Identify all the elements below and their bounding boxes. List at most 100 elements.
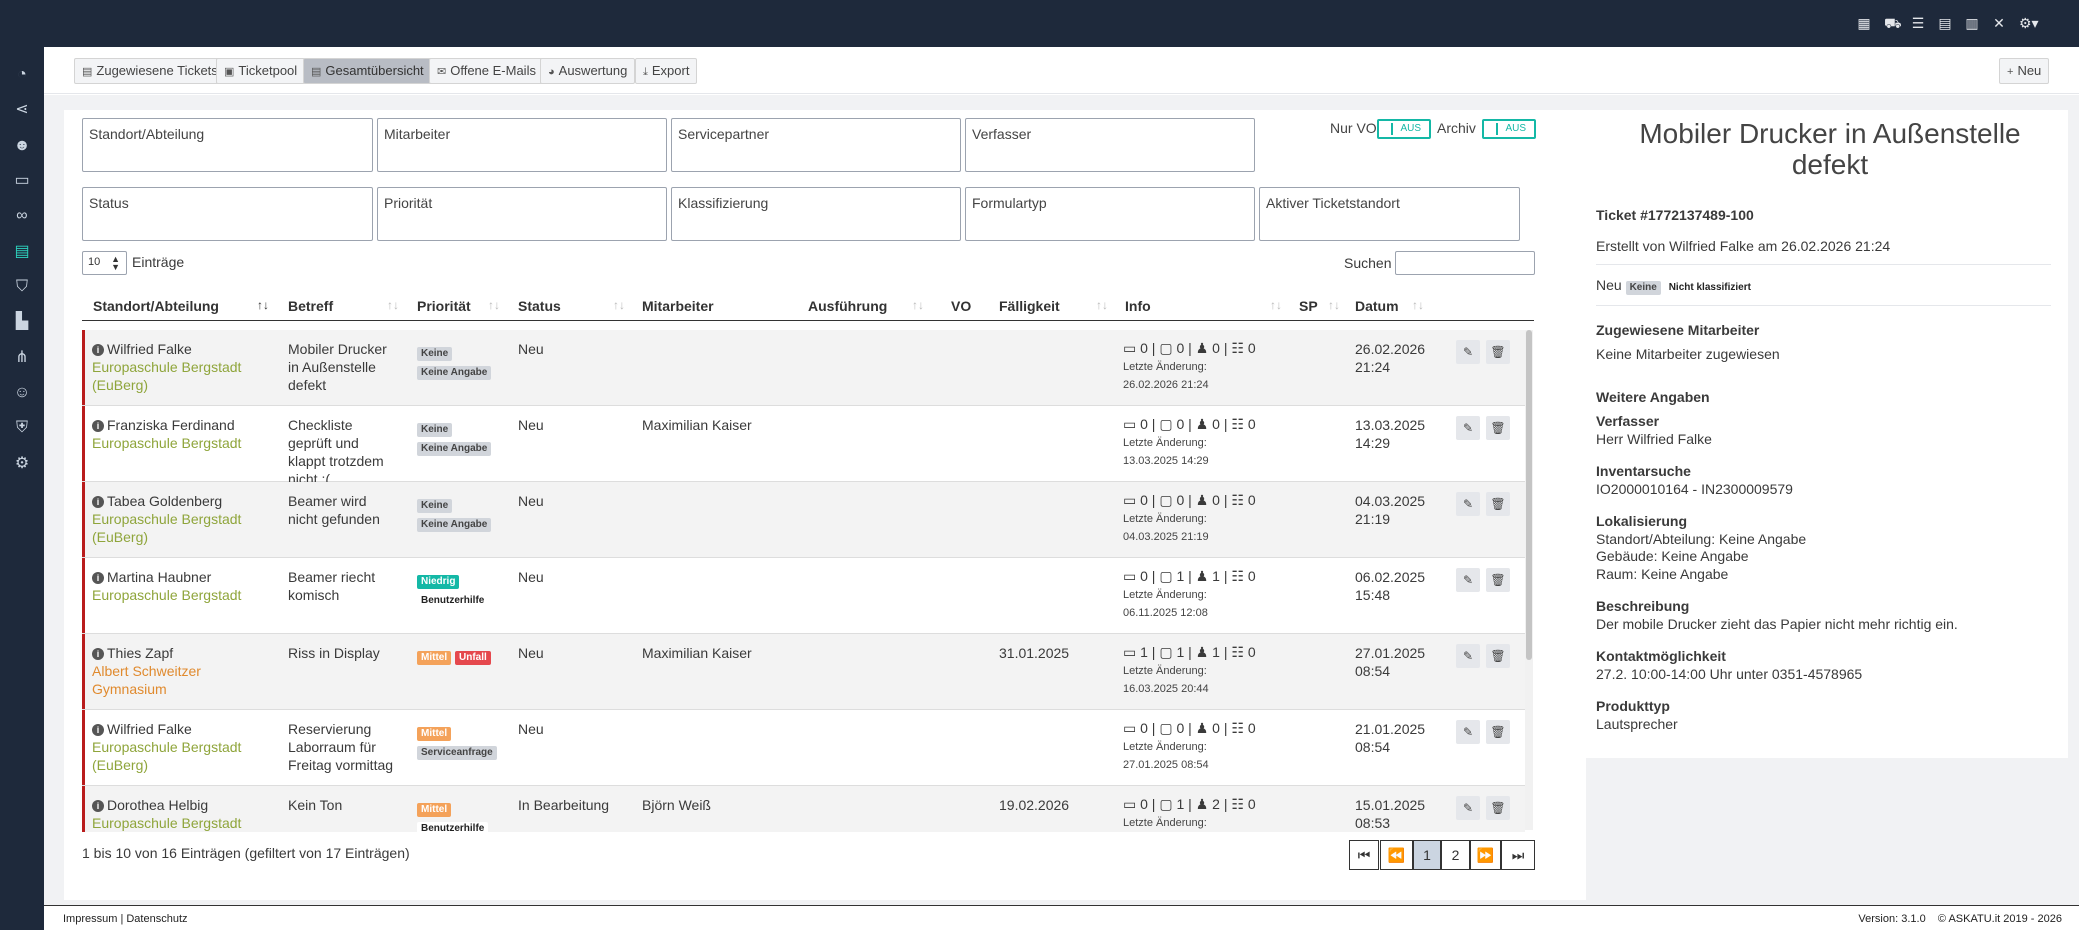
nur-vo-toggle[interactable]: AUS bbox=[1377, 119, 1431, 139]
clipboard-icon[interactable]: ▤ bbox=[1938, 15, 1952, 31]
filter-standort[interactable]: Standort/Abteilung bbox=[82, 118, 373, 172]
table-row[interactable]: i Tabea Goldenberg Europaschule Bergstadt … bbox=[82, 482, 1525, 558]
filter-mitarbeiter[interactable]: Mitarbeiter bbox=[377, 118, 667, 172]
last-page-button[interactable]: ⏭ bbox=[1501, 840, 1535, 870]
dashboard-icon[interactable]: ◔ bbox=[12, 65, 32, 85]
sort-icon[interactable]: ↑↓ bbox=[1328, 298, 1340, 312]
delete-button[interactable]: 🗑 bbox=[1486, 416, 1510, 440]
col-vo[interactable]: VO bbox=[951, 298, 971, 314]
monitor-icon[interactable]: ▭ bbox=[12, 171, 32, 191]
filter-prioritaet[interactable]: Priorität bbox=[377, 187, 667, 241]
edit-button[interactable]: ✎ bbox=[1456, 720, 1480, 744]
priority-marker bbox=[82, 786, 85, 832]
next-page-button[interactable]: ⏩ bbox=[1470, 840, 1501, 870]
sort-icon[interactable]: ↑↓ bbox=[1270, 298, 1282, 312]
table-row[interactable]: i Thies Zapf Albert Schweitzer Gymnasium Ri… bbox=[82, 634, 1525, 710]
filter-servicepartner[interactable]: Servicepartner bbox=[671, 118, 961, 172]
tab-ticketpool[interactable]: ▣ Ticketpool bbox=[216, 58, 306, 84]
col-sp[interactable]: SP bbox=[1299, 298, 1318, 314]
footer-links[interactable]: Impressum | Datenschutz bbox=[63, 913, 188, 925]
delete-button[interactable]: 🗑 bbox=[1486, 644, 1510, 668]
document-icon[interactable]: ▥ bbox=[1965, 15, 1979, 31]
sort-icon[interactable]: ↑↓ bbox=[912, 298, 924, 312]
table-row[interactable]: i Franziska Ferdinand Europaschule Bergsta… bbox=[82, 406, 1525, 487]
filter-formulartyp[interactable]: Formulartyp bbox=[965, 187, 1255, 241]
first-page-button[interactable]: ⏮ bbox=[1349, 840, 1379, 870]
table-row[interactable]: i Martina Haubner Europaschule Bergstadt Be… bbox=[82, 558, 1525, 634]
calendar-icon[interactable]: ▦ bbox=[1857, 15, 1871, 31]
col-standort[interactable]: Standort/Abteilung bbox=[93, 298, 219, 314]
sort-icon[interactable]: ↑↓ bbox=[1412, 298, 1424, 312]
edit-button[interactable]: ✎ bbox=[1456, 644, 1480, 668]
delete-button[interactable]: 🗑 bbox=[1486, 720, 1510, 744]
tab-gesamtuebersicht[interactable]: ▤ Gesamtübersicht bbox=[303, 58, 432, 84]
search-input[interactable] bbox=[1395, 251, 1535, 275]
car-icon[interactable]: ⛟ bbox=[1884, 15, 1902, 31]
tab-auswertung[interactable]: ◕ Auswertung bbox=[540, 58, 636, 84]
tab-export[interactable]: ⤓ Export bbox=[635, 58, 698, 84]
filter-verfasser[interactable]: Verfasser bbox=[965, 118, 1255, 172]
filter-status[interactable]: Status bbox=[82, 187, 373, 241]
filter-aktiver-ticketstandort[interactable]: Aktiver Ticketstandort bbox=[1259, 187, 1520, 241]
info-icon[interactable]: i bbox=[92, 496, 104, 508]
col-ausfuehrung[interactable]: Ausführung bbox=[808, 298, 887, 314]
row-author[interactable]: i Tabea Goldenberg bbox=[92, 492, 222, 510]
scrollbar-thumb[interactable] bbox=[1526, 330, 1532, 660]
table-row[interactable]: i Dorothea Helbig Europaschule Bergstadt Ke… bbox=[82, 786, 1525, 832]
tab-offene-emails[interactable]: ✉ Offene E-Mails bbox=[429, 58, 544, 84]
delete-button[interactable]: 🗑 bbox=[1486, 340, 1510, 364]
info-icon[interactable]: i bbox=[92, 420, 104, 432]
info-icon[interactable]: i bbox=[92, 648, 104, 660]
sort-asc-icon[interactable]: ↑↓ bbox=[257, 298, 269, 312]
prev-page-button[interactable]: ⏪ bbox=[1380, 840, 1413, 870]
row-author[interactable]: i Wilfried Falke bbox=[92, 720, 192, 738]
col-faelligkeit[interactable]: Fälligkeit bbox=[999, 298, 1060, 314]
new-ticket-button[interactable]: + Neu bbox=[1999, 58, 2050, 84]
users-icon[interactable]: ☻ bbox=[12, 136, 32, 156]
info-icon[interactable]: i bbox=[92, 724, 104, 736]
info-icon[interactable]: i bbox=[92, 344, 104, 356]
col-mitarbeiter[interactable]: Mitarbeiter bbox=[642, 298, 714, 314]
table-row[interactable]: i Wilfried Falke Europaschule Bergstadt (E… bbox=[82, 330, 1525, 406]
col-prioritaet[interactable]: Priorität bbox=[417, 298, 471, 314]
row-author[interactable]: i Martina Haubner bbox=[92, 568, 211, 586]
cart-icon[interactable]: ⛉ bbox=[12, 277, 32, 297]
col-status[interactable]: Status bbox=[518, 298, 561, 314]
filter-klassifizierung[interactable]: Klassifizierung bbox=[671, 187, 961, 241]
page-size-select[interactable]: 10 ▲ ▼ bbox=[82, 251, 127, 275]
sort-icon[interactable]: ↑↓ bbox=[613, 298, 625, 312]
col-betreff[interactable]: Betreff bbox=[288, 298, 333, 314]
info-icon[interactable]: i bbox=[92, 800, 104, 812]
row-author[interactable]: i Thies Zapf bbox=[92, 644, 173, 662]
edit-button[interactable]: ✎ bbox=[1456, 492, 1480, 516]
list-icon[interactable]: ☰ bbox=[1911, 15, 1925, 31]
delete-button[interactable]: 🗑 bbox=[1486, 568, 1510, 592]
page-2-button[interactable]: 2 bbox=[1441, 840, 1470, 870]
edit-button[interactable]: ✎ bbox=[1456, 416, 1480, 440]
edit-button[interactable]: ✎ bbox=[1456, 568, 1480, 592]
row-author[interactable]: i Wilfried Falke bbox=[92, 340, 192, 358]
col-info[interactable]: Info bbox=[1125, 298, 1151, 314]
edit-button[interactable]: ✎ bbox=[1456, 340, 1480, 364]
sort-icon[interactable]: ↑↓ bbox=[387, 298, 399, 312]
info-icon[interactable]: i bbox=[92, 572, 104, 584]
col-datum[interactable]: Datum bbox=[1355, 298, 1399, 314]
sort-icon[interactable]: ↑↓ bbox=[488, 298, 500, 312]
share-icon[interactable]: ⋖ bbox=[12, 100, 32, 120]
gear-icon[interactable]: ⚙▾ bbox=[2019, 15, 2039, 31]
delete-button[interactable]: 🗑 bbox=[1486, 492, 1510, 516]
page-1-button[interactable]: 1 bbox=[1413, 840, 1441, 870]
archiv-toggle[interactable]: AUS bbox=[1482, 119, 1536, 139]
delete-button[interactable]: 🗑 bbox=[1486, 796, 1510, 820]
sort-icon[interactable]: ↑↓ bbox=[1096, 298, 1108, 312]
row-author[interactable]: i Dorothea Helbig bbox=[92, 796, 208, 814]
table-row[interactable]: i Wilfried Falke Europaschule Bergstadt (E… bbox=[82, 710, 1525, 786]
tickets-icon[interactable]: ▤ bbox=[12, 242, 32, 262]
edit-button[interactable]: ✎ bbox=[1456, 796, 1480, 820]
hierarchy-icon[interactable]: ▙ bbox=[12, 312, 32, 332]
table-scrollbar[interactable] bbox=[1525, 330, 1533, 830]
tools-icon[interactable]: ✕ bbox=[1992, 15, 2006, 31]
tab-zugewiesene-tickets[interactable]: ▤ Zugewiesene Tickets bbox=[74, 58, 226, 84]
handshake-icon[interactable]: ∞ bbox=[12, 206, 32, 226]
row-author[interactable]: i Franziska Ferdinand bbox=[92, 416, 235, 434]
